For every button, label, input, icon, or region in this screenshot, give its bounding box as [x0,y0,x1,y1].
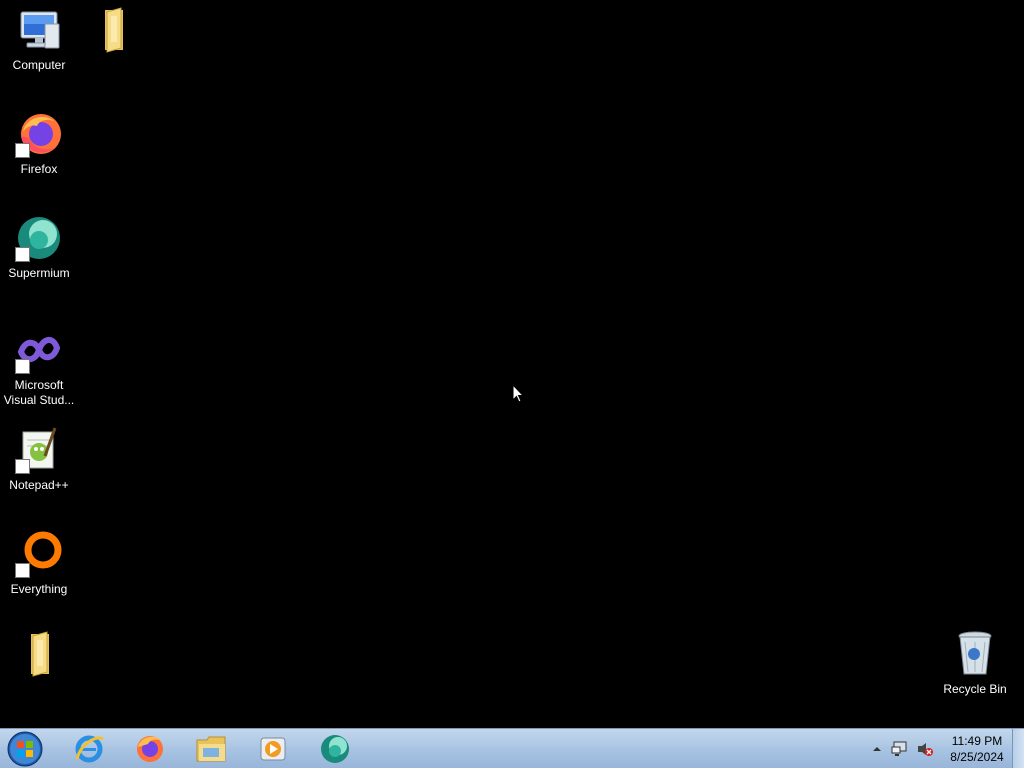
shortcut-arrow-icon [15,247,30,262]
icon-label: Firefox [20,162,58,176]
icon-label: Supermium [8,266,70,280]
desktop-icon-supermium[interactable]: Supermium [0,214,78,281]
icon-label: Recycle Bin [943,682,1007,696]
clock-time: 11:49 PM [951,734,1003,748]
shortcut-arrow-icon [15,143,30,158]
volume-tray-button[interactable] [916,741,934,757]
taskbar-file-explorer[interactable] [183,729,241,768]
supermium-icon [321,735,349,763]
shortcut-arrow-icon [15,563,30,578]
start-orb-icon [7,731,43,767]
notepadplusplus-icon [15,426,63,474]
firefox-icon [137,736,163,762]
network-icon [891,741,907,756]
desktop-icon-folder-1[interactable] [72,6,150,58]
chevron-up-icon [873,747,881,751]
shortcut-arrow-icon [15,359,30,374]
taskbar-supermium[interactable] [306,729,364,768]
icon-label: Notepad++ [9,478,69,492]
media-player-icon [260,737,286,761]
visual-studio-icon [15,326,63,374]
desktop-icon-recycle-bin[interactable]: Recycle Bin [936,630,1014,697]
icon-label: Computer [12,58,66,72]
taskbar-media-player[interactable] [244,729,302,768]
desktop-icon-visual-studio[interactable]: Microsoft Visual Stud... [0,326,78,408]
supermium-icon [15,214,63,262]
clock-date: 8/25/2024 [950,750,1004,764]
taskbar-firefox[interactable] [121,729,179,768]
taskbar-internet-explorer[interactable] [60,729,118,768]
internet-explorer-icon [75,735,104,763]
volume-muted-icon [918,743,933,756]
desktop-icon-everything[interactable]: Everything [0,530,78,597]
system-tray: 11:49 PM 8/25/2024 [868,729,1010,768]
everything-icon [15,530,63,578]
clock[interactable]: 11:49 PM 8/25/2024 [944,733,1010,765]
recycle-bin-icon [951,630,999,678]
computer-icon [15,6,63,54]
show-hidden-icons-button[interactable] [872,745,882,753]
desktop-icon-folder-2[interactable] [0,630,78,682]
shortcut-arrow-icon [15,459,30,474]
show-desktop-button[interactable] [1012,729,1024,768]
file-explorer-icon [196,736,226,762]
folder-icon [87,6,135,54]
desktop: Computer Firefox Supermium Microsoft Vis… [0,0,1024,728]
folder-icon [15,630,63,678]
mouse-cursor-icon [512,384,524,403]
taskbar: 11:49 PM 8/25/2024 [0,728,1024,768]
firefox-icon [15,110,63,158]
icon-label: Everything [10,582,68,596]
desktop-icon-firefox[interactable]: Firefox [0,110,78,177]
start-button[interactable] [4,730,46,768]
desktop-icon-notepadplusplus[interactable]: Notepad++ [0,426,78,493]
desktop-icon-computer[interactable]: Computer [0,6,78,73]
network-tray-button[interactable] [890,741,908,757]
icon-label: Microsoft Visual Stud... [3,378,75,407]
